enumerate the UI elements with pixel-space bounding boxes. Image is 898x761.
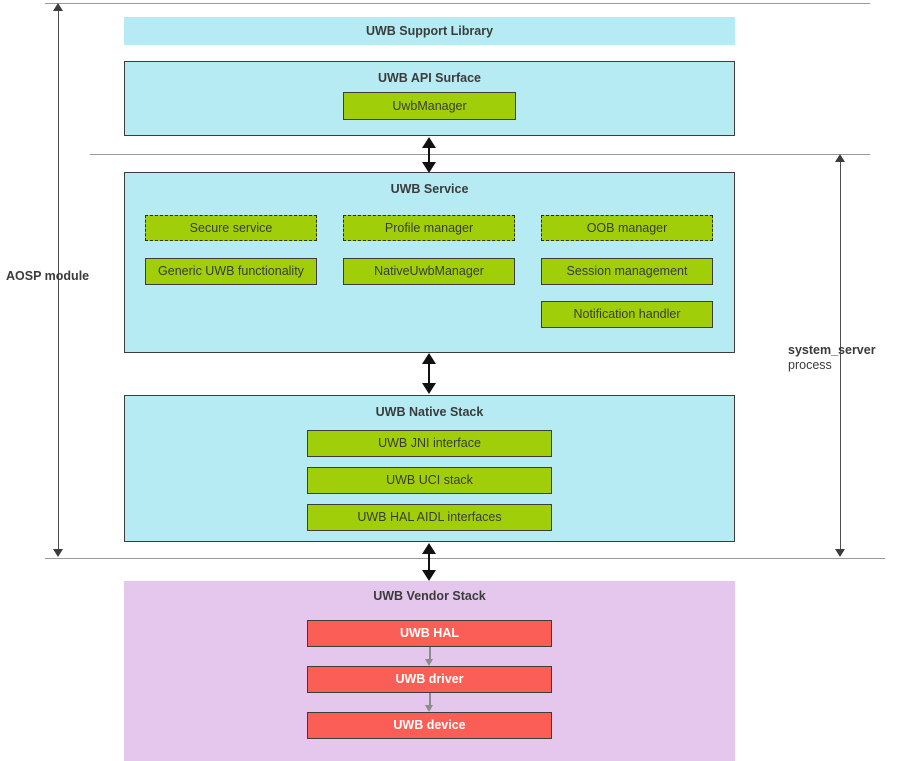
component-oob-manager-label: OOB manager [586,220,668,235]
component-uwb-jni-interface[interactable]: UWB JNI interface [307,430,552,457]
api-service-boundary-rule [90,154,870,155]
component-generic-uwb-functionality-label: Generic UWB functionality [158,264,304,279]
component-uwb-jni-interface-label: UWB JNI interface [378,436,481,451]
system-server-label-normal: process [788,358,832,372]
connector-native-to-vendor [422,543,436,581]
component-uwb-driver-label: UWB driver [395,672,464,687]
component-uwb-hal-label: UWB HAL [399,626,459,641]
connector-service-to-native-arrow-down [422,383,436,394]
component-uwb-hal-aidl-interfaces-label: UWB HAL AIDL interfaces [357,510,502,525]
component-notification-handler-label: Notification handler [573,307,681,322]
component-uwb-device[interactable]: UWB device [307,712,552,739]
connector-hal-to-driver [425,647,434,666]
component-uwbmanager[interactable]: UwbManager [343,92,516,120]
component-uwb-uci-stack[interactable]: UWB UCI stack [307,467,552,494]
component-session-management[interactable]: Session management [541,258,713,285]
aosp-module-label-text: AOSP module [6,269,90,283]
component-profile-manager[interactable]: Profile manager [343,215,515,241]
component-nativeuwbmanager[interactable]: NativeUwbManager [343,258,515,285]
component-session-management-label: Session management [566,264,688,279]
component-uwbmanager-label: UwbManager [392,98,467,113]
layer-title-api-surface: UWB API Surface [377,71,482,85]
component-secure-service-label: Secure service [189,220,273,235]
component-secure-service[interactable]: Secure service [145,215,317,241]
layer-title-uwb-service: UWB Service [390,182,469,196]
component-nativeuwbmanager-label: NativeUwbManager [374,264,484,279]
component-generic-uwb-functionality[interactable]: Generic UWB functionality [145,258,317,285]
component-oob-manager[interactable]: OOB manager [541,215,713,241]
bottom-boundary-rule [45,558,885,559]
connector-native-to-vendor-arrow-down [422,570,436,581]
layer-uwb-support-library[interactable]: UWB Support Library [124,17,735,45]
aosp-module-span-arrow-up [53,3,63,11]
system-server-label-bold: system_server [788,343,876,357]
system-server-span-arrow-up [835,154,845,162]
connector-driver-to-device-arrow-down [425,705,433,712]
diagram-canvas: AOSP module system_server process UWB Su… [0,0,898,761]
component-notification-handler[interactable]: Notification handler [541,301,713,328]
aosp-module-span-arrow-down [53,549,63,557]
component-uwb-hal[interactable]: UWB HAL [307,620,552,647]
connector-hal-to-driver-arrow-down [425,659,433,666]
component-uwb-device-label: UWB device [393,718,466,733]
system-server-label: system_server process [788,343,896,373]
component-uwb-uci-stack-label: UWB UCI stack [386,473,473,488]
layer-title-vendor-stack: UWB Vendor Stack [373,589,486,603]
layer-title-support-library: UWB Support Library [365,24,494,38]
connector-api-to-service [422,137,436,173]
aosp-module-label: AOSP module [6,269,116,284]
top-boundary-rule [45,3,870,4]
component-profile-manager-label: Profile manager [384,220,474,235]
connector-driver-to-device [425,693,434,712]
layer-title-native-stack: UWB Native Stack [375,405,484,419]
component-uwb-driver[interactable]: UWB driver [307,666,552,693]
system-server-span-arrow-down [835,549,845,557]
connector-service-to-native [422,353,436,394]
component-uwb-hal-aidl-interfaces[interactable]: UWB HAL AIDL interfaces [307,504,552,531]
